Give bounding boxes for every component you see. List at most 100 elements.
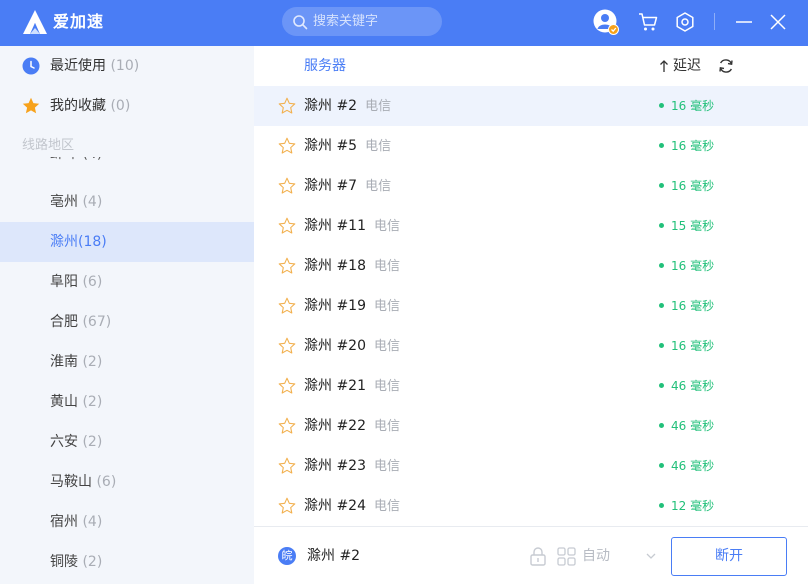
- server-row[interactable]: 滁州 #2 电信 16 毫秒: [254, 86, 808, 126]
- server-isp: 电信: [365, 139, 392, 154]
- region-item-tongling[interactable]: 铜陵 (2): [0, 542, 254, 582]
- server-name: 滁州 #23 电信: [304, 458, 401, 474]
- section-label-regions: 线路地区: [22, 138, 75, 153]
- region-item-huangshan[interactable]: 黄山 (2): [0, 382, 254, 422]
- status-dot: [659, 503, 664, 508]
- close-icon[interactable]: [767, 11, 789, 33]
- server-row[interactable]: 滁州 #21 电信 46 毫秒: [254, 366, 808, 406]
- server-row[interactable]: 滁州 #11 电信 15 毫秒: [254, 206, 808, 246]
- star-outline-icon[interactable]: [278, 457, 296, 475]
- server-name: 滁州 #11 电信: [304, 218, 401, 234]
- status-dot: [659, 263, 664, 268]
- star-outline-icon[interactable]: [278, 177, 296, 195]
- server-row[interactable]: 滁州 #7 电信 16 毫秒: [254, 166, 808, 206]
- server-latency: 16 毫秒: [659, 258, 714, 274]
- cart-icon[interactable]: [637, 11, 659, 33]
- current-server-name: 滁州 #2: [307, 548, 361, 564]
- sidebar-item-favorites[interactable]: 我的收藏 (0): [0, 86, 254, 126]
- server-latency: 46 毫秒: [659, 458, 714, 474]
- grid-icon[interactable]: [557, 547, 576, 566]
- status-dot: [659, 343, 664, 348]
- avatar-icon[interactable]: [593, 9, 619, 35]
- server-row[interactable]: 滁州 #19 电信 16 毫秒: [254, 286, 808, 326]
- server-isp: 电信: [374, 379, 401, 394]
- star-outline-icon[interactable]: [278, 497, 296, 515]
- sidebar: 最近使用 (10) 我的收藏 (0) 线路地区 蚌埠 (4) 亳州 (4) 滁州…: [0, 46, 254, 584]
- server-row[interactable]: 滁州 #5 电信 16 毫秒: [254, 126, 808, 166]
- list-header: 服务器 延迟: [254, 46, 808, 86]
- server-isp: 电信: [365, 99, 392, 114]
- clock-icon: [22, 57, 40, 75]
- server-name: 滁州 #22 电信: [304, 418, 401, 434]
- server-name: 滁州 #5 电信: [304, 138, 392, 154]
- star-filled-icon: [22, 97, 40, 114]
- server-isp: 电信: [374, 419, 401, 434]
- star-outline-icon[interactable]: [278, 297, 296, 315]
- region-item-suzhou[interactable]: 宿州 (4): [0, 502, 254, 542]
- star-outline-icon[interactable]: [278, 137, 296, 155]
- region-badge: 皖: [278, 547, 296, 565]
- disconnect-button[interactable]: 断开: [671, 537, 787, 576]
- minimize-icon[interactable]: [733, 11, 755, 33]
- star-outline-icon[interactable]: [278, 417, 296, 435]
- server-isp: 电信: [374, 499, 401, 514]
- status-dot: [659, 463, 664, 468]
- region-item-maanshan[interactable]: 马鞍山 (6): [0, 462, 254, 502]
- server-latency: 12 毫秒: [659, 498, 714, 514]
- server-isp: 电信: [365, 179, 392, 194]
- lock-icon[interactable]: [529, 546, 547, 566]
- title-bar: 爱加速 搜索关键字: [0, 0, 808, 46]
- status-dot: [659, 383, 664, 388]
- bottom-bar: 皖 滁州 #2 自动 断开: [254, 526, 808, 584]
- server-latency: 16 毫秒: [659, 338, 714, 354]
- column-header-latency[interactable]: 延迟: [673, 58, 701, 75]
- server-name: 滁州 #18 电信: [304, 258, 401, 274]
- status-dot: [659, 423, 664, 428]
- search-icon: [293, 15, 308, 30]
- status-dot: [659, 143, 664, 148]
- server-latency: 16 毫秒: [659, 298, 714, 314]
- server-latency: 46 毫秒: [659, 418, 714, 434]
- server-isp: 电信: [374, 259, 401, 274]
- app-name: 爱加速: [53, 12, 105, 31]
- star-outline-icon[interactable]: [278, 257, 296, 275]
- region-item-partial: 蚌埠 (4): [50, 157, 110, 163]
- sidebar-item-recent[interactable]: 最近使用 (10): [0, 46, 254, 86]
- server-name: 滁州 #2 电信: [304, 98, 392, 114]
- server-list: 服务器 延迟 滁州 #2 电信 16 毫秒 滁州 #5 电信 16 毫秒 滁州 #7…: [254, 46, 808, 526]
- region-item-hefei[interactable]: 合肥 (67): [0, 302, 254, 342]
- logo-icon: [23, 10, 47, 34]
- region-item-fuyang[interactable]: 阜阳 (6): [0, 262, 254, 302]
- region-item-huainan[interactable]: 淮南 (2): [0, 342, 254, 382]
- status-dot: [659, 303, 664, 308]
- region-item-chuzhou[interactable]: 滁州(18): [0, 222, 254, 262]
- search-input[interactable]: 搜索关键字: [282, 7, 442, 36]
- server-name: 滁州 #24 电信: [304, 498, 401, 514]
- column-header-server[interactable]: 服务器: [304, 58, 346, 75]
- mode-label[interactable]: 自动: [582, 548, 610, 565]
- server-isp: 电信: [374, 339, 401, 354]
- status-dot: [659, 103, 664, 108]
- region-item-luan[interactable]: 六安 (2): [0, 422, 254, 462]
- server-latency: 15 毫秒: [659, 218, 714, 234]
- star-outline-icon[interactable]: [278, 337, 296, 355]
- search-placeholder: 搜索关键字: [313, 14, 379, 29]
- chevron-down-icon[interactable]: [645, 550, 657, 562]
- server-name: 滁州 #19 电信: [304, 298, 401, 314]
- gear-icon[interactable]: [674, 11, 696, 33]
- server-row[interactable]: 滁州 #20 电信 16 毫秒: [254, 326, 808, 366]
- refresh-icon[interactable]: [717, 57, 735, 75]
- server-row[interactable]: 滁州 #23 电信 46 毫秒: [254, 446, 808, 486]
- region-item-bozhou[interactable]: 亳州 (4): [0, 182, 254, 222]
- server-row[interactable]: 滁州 #24 电信 12 毫秒: [254, 486, 808, 526]
- server-latency: 16 毫秒: [659, 178, 714, 194]
- star-outline-icon[interactable]: [278, 97, 296, 115]
- server-isp: 电信: [374, 459, 401, 474]
- star-outline-icon[interactable]: [278, 377, 296, 395]
- server-row[interactable]: 滁州 #22 电信 46 毫秒: [254, 406, 808, 446]
- server-name: 滁州 #21 电信: [304, 378, 401, 394]
- server-row[interactable]: 滁州 #18 电信 16 毫秒: [254, 246, 808, 286]
- sidebar-item-label: 最近使用 (10): [50, 58, 140, 74]
- star-outline-icon[interactable]: [278, 217, 296, 235]
- sort-up-icon[interactable]: [659, 58, 669, 74]
